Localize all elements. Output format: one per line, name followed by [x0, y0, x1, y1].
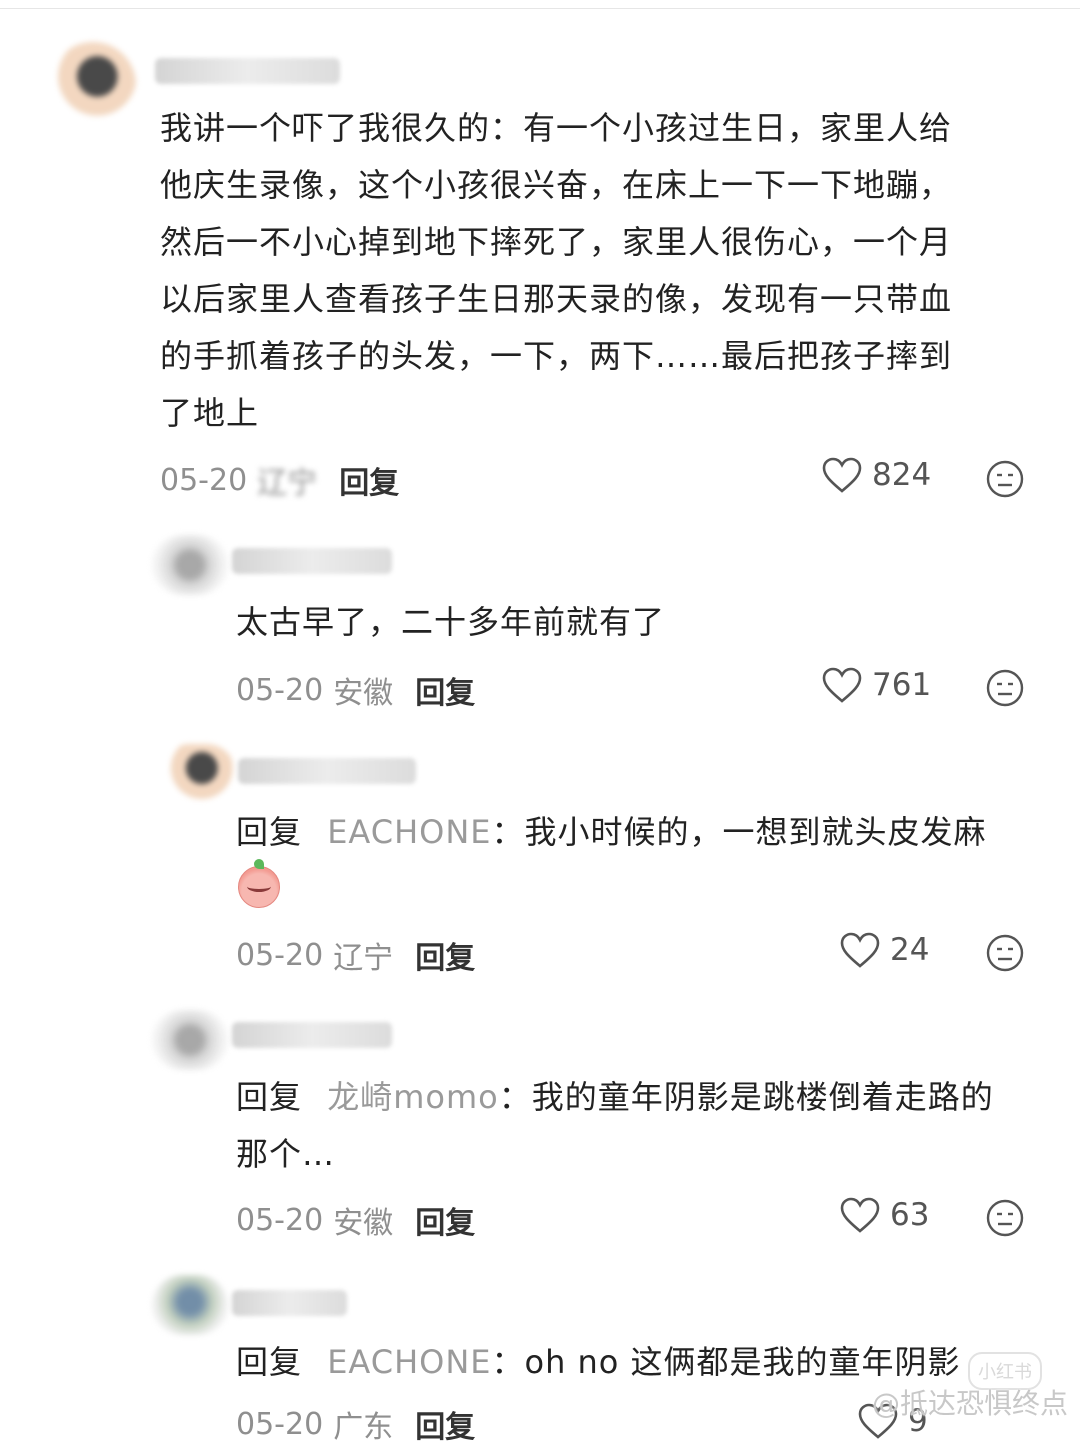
comment-location: 辽宁 [333, 941, 394, 976]
comment-text: 太古早了，二十多年前就有了 [236, 603, 666, 641]
comment-body: ：oh no 这俩都是我的童年阴影 [491, 1343, 961, 1381]
avatar[interactable] [152, 1010, 228, 1070]
comment-line: 了地上 [160, 394, 260, 432]
avatar[interactable] [152, 1275, 228, 1335]
comment-text: 回复 EACHONE：oh no 这俩都是我的童年阴影 [236, 1334, 961, 1391]
comment-line: 然后一不小心掉到地下摔死了，家里人很伤心，一个月 [160, 223, 953, 261]
mention-link[interactable]: EACHONE [327, 813, 491, 851]
comment-body: ：我小时候的，一想到就头皮发麻 [491, 813, 987, 851]
like-button[interactable]: 761 [822, 667, 931, 703]
dislike-face-icon[interactable] [985, 668, 1025, 708]
username-blurred[interactable] [155, 58, 340, 84]
crying-emoji-icon [238, 859, 280, 908]
comment-meta: 05-20 广东 回复 [236, 1402, 475, 1446]
comment-body: ：我的童年阴影是跳楼倒着走路的 [498, 1078, 994, 1116]
comment-meta: 05-20 辽宁 回复 [236, 933, 475, 977]
comment-text: 回复 龙崎momo：我的童年阴影是跳楼倒着走路的 那个… [236, 1069, 1056, 1183]
like-button[interactable]: 24 [840, 932, 929, 968]
comment-location: 安徽 [333, 1206, 394, 1241]
like-button[interactable]: 824 [822, 457, 931, 493]
username-blurred[interactable] [232, 1290, 347, 1316]
comment-location: 辽宁 [257, 466, 318, 501]
heart-icon [840, 932, 880, 968]
comment-text: 回复 EACHONE：我小时候的，一想到就头皮发麻 [236, 804, 987, 861]
comment-date: 05-20 [160, 462, 248, 498]
like-button[interactable]: 63 [840, 1197, 929, 1233]
comment-date: 05-20 [236, 672, 324, 708]
avatar[interactable] [50, 42, 136, 128]
mention-link[interactable]: 龙崎momo [327, 1078, 499, 1116]
reply-prefix: 回复 [236, 1078, 303, 1116]
comment-line: 的手抓着孩子的头发，一下，两下……最后把孩子摔到 [160, 337, 953, 375]
comment-line: 回复 龙崎momo：我的童年阴影是跳楼倒着走路的 [236, 1069, 1056, 1126]
comment-line: 我讲一个吓了我很久的：有一个小孩过生日，家里人给 [160, 109, 953, 147]
avatar[interactable] [152, 535, 228, 595]
comment-text: 我讲一个吓了我很久的：有一个小孩过生日，家里人给 他庆生录像，这个小孩很兴奋，在… [160, 100, 1040, 442]
comment-date: 05-20 [236, 1202, 324, 1238]
username-blurred[interactable] [232, 1022, 392, 1048]
heart-icon [822, 667, 862, 703]
comment-meta: 05-20 安徽 回复 [236, 668, 475, 712]
comment-date: 05-20 [236, 1406, 324, 1442]
reply-button[interactable]: 回复 [339, 458, 399, 502]
username-blurred[interactable] [238, 758, 416, 784]
like-count: 63 [890, 1197, 930, 1233]
comment-location: 广东 [333, 1410, 394, 1445]
comment-location: 安徽 [333, 676, 394, 711]
watermark: @抵达恐惧终点 [871, 1387, 1068, 1420]
avatar[interactable] [160, 744, 236, 804]
mention-link[interactable]: EACHONE [327, 1343, 491, 1381]
comment-line: 那个… [236, 1135, 336, 1173]
reply-button[interactable]: 回复 [415, 933, 475, 977]
comment-meta: 05-20 辽宁 回复 [160, 458, 399, 502]
reply-prefix: 回复 [236, 813, 303, 851]
reply-button[interactable]: 回复 [415, 668, 475, 712]
comment-line: 他庆生录像，这个小孩很兴奋，在床上一下一下地蹦， [160, 166, 953, 204]
dislike-face-icon[interactable] [985, 1198, 1025, 1238]
like-count: 761 [872, 667, 932, 703]
reply-prefix: 回复 [236, 1343, 303, 1381]
reply-button[interactable]: 回复 [415, 1402, 475, 1446]
dislike-face-icon[interactable] [985, 933, 1025, 973]
comment-meta: 05-20 安徽 回复 [236, 1198, 475, 1242]
like-count: 24 [890, 932, 930, 968]
comment-date: 05-20 [236, 937, 324, 973]
like-count: 824 [872, 457, 932, 493]
top-divider [0, 8, 1080, 9]
comment-line: 以后家里人查看孩子生日那天录的像，发现有一只带血 [160, 280, 953, 318]
reply-button[interactable]: 回复 [415, 1198, 475, 1242]
username-blurred[interactable] [232, 548, 392, 574]
dislike-face-icon[interactable] [985, 459, 1025, 499]
heart-icon [840, 1197, 880, 1233]
heart-icon [822, 457, 862, 493]
